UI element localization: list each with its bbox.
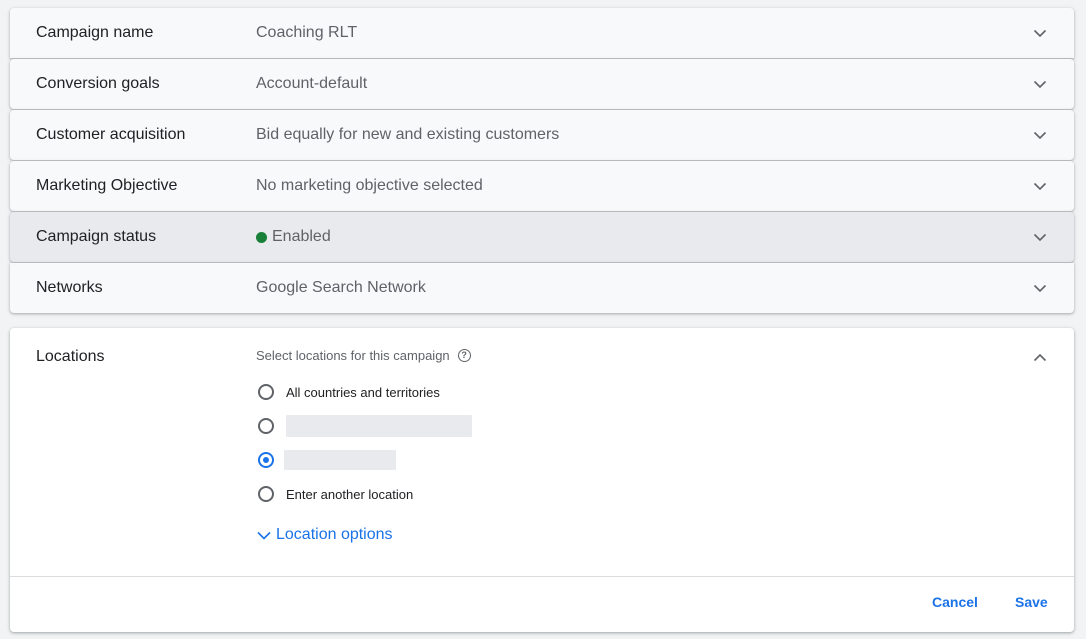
chevron-down-icon[interactable] [1032,76,1048,92]
status-text: Enabled [272,228,331,245]
setting-label: Networks [36,279,103,296]
chevron-down-icon[interactable] [1032,178,1048,194]
cancel-button[interactable]: Cancel [932,594,978,610]
radio-all-countries[interactable]: All countries and territories [258,381,440,403]
setting-label: Customer acquisition [36,126,186,143]
setting-label: Marketing Objective [36,177,178,194]
radio-label: Enter another location [286,486,414,502]
setting-label: Campaign status [36,228,157,245]
radio-location-option-3[interactable] [258,449,396,471]
setting-value: Enabled [256,228,331,246]
setting-value: Google Search Network [256,279,426,296]
chevron-down-icon[interactable] [1032,25,1048,41]
locations-panel: Locations Select locations for this camp… [10,328,1074,632]
divider [10,576,1074,577]
locations-title: Select locations for this campaign ? [256,348,471,363]
setting-marketing-objective[interactable]: Marketing Objective No marketing objecti… [10,161,1074,211]
chevron-down-icon[interactable] [1032,127,1048,143]
radio-location-option-2[interactable] [258,415,472,437]
locations-title-text: Select locations for this campaign [256,348,450,363]
radio-selected-icon[interactable] [258,452,274,468]
location-options-toggle[interactable]: Location options [256,526,393,544]
redacted-location-label [286,415,472,437]
campaign-settings: Campaign name Coaching RLT Conversion go… [10,8,1074,632]
setting-conversion-goals[interactable]: Conversion goals Account-default [10,59,1074,109]
setting-customer-acquisition[interactable]: Customer acquisition Bid equally for new… [10,110,1074,160]
chevron-down-icon [257,531,271,540]
setting-value: Bid equally for new and existing custome… [256,126,560,143]
save-button[interactable]: Save [1015,594,1048,610]
redacted-location-label [284,450,396,470]
chevron-up-icon[interactable] [1032,350,1048,366]
setting-networks[interactable]: Networks Google Search Network [10,263,1074,313]
location-options-label: Location options [276,526,393,543]
setting-value: Account-default [256,75,368,92]
setting-campaign-status[interactable]: Campaign status Enabled [10,212,1074,262]
chevron-down-icon[interactable] [1032,280,1048,296]
radio-icon[interactable] [258,418,274,434]
setting-value: No marketing objective selected [256,177,483,194]
setting-value: Coaching RLT [256,24,358,41]
radio-enter-another-location[interactable]: Enter another location [258,483,413,505]
setting-label: Campaign name [36,24,154,41]
radio-label: All countries and territories [286,384,440,400]
setting-label: Conversion goals [36,75,160,92]
chevron-down-icon[interactable] [1032,229,1048,245]
help-icon[interactable]: ? [457,349,471,362]
locations-label: Locations [36,348,105,365]
status-dot-icon [256,231,267,243]
radio-icon[interactable] [258,384,274,400]
setting-campaign-name[interactable]: Campaign name Coaching RLT [10,8,1074,58]
radio-icon[interactable] [258,486,274,502]
